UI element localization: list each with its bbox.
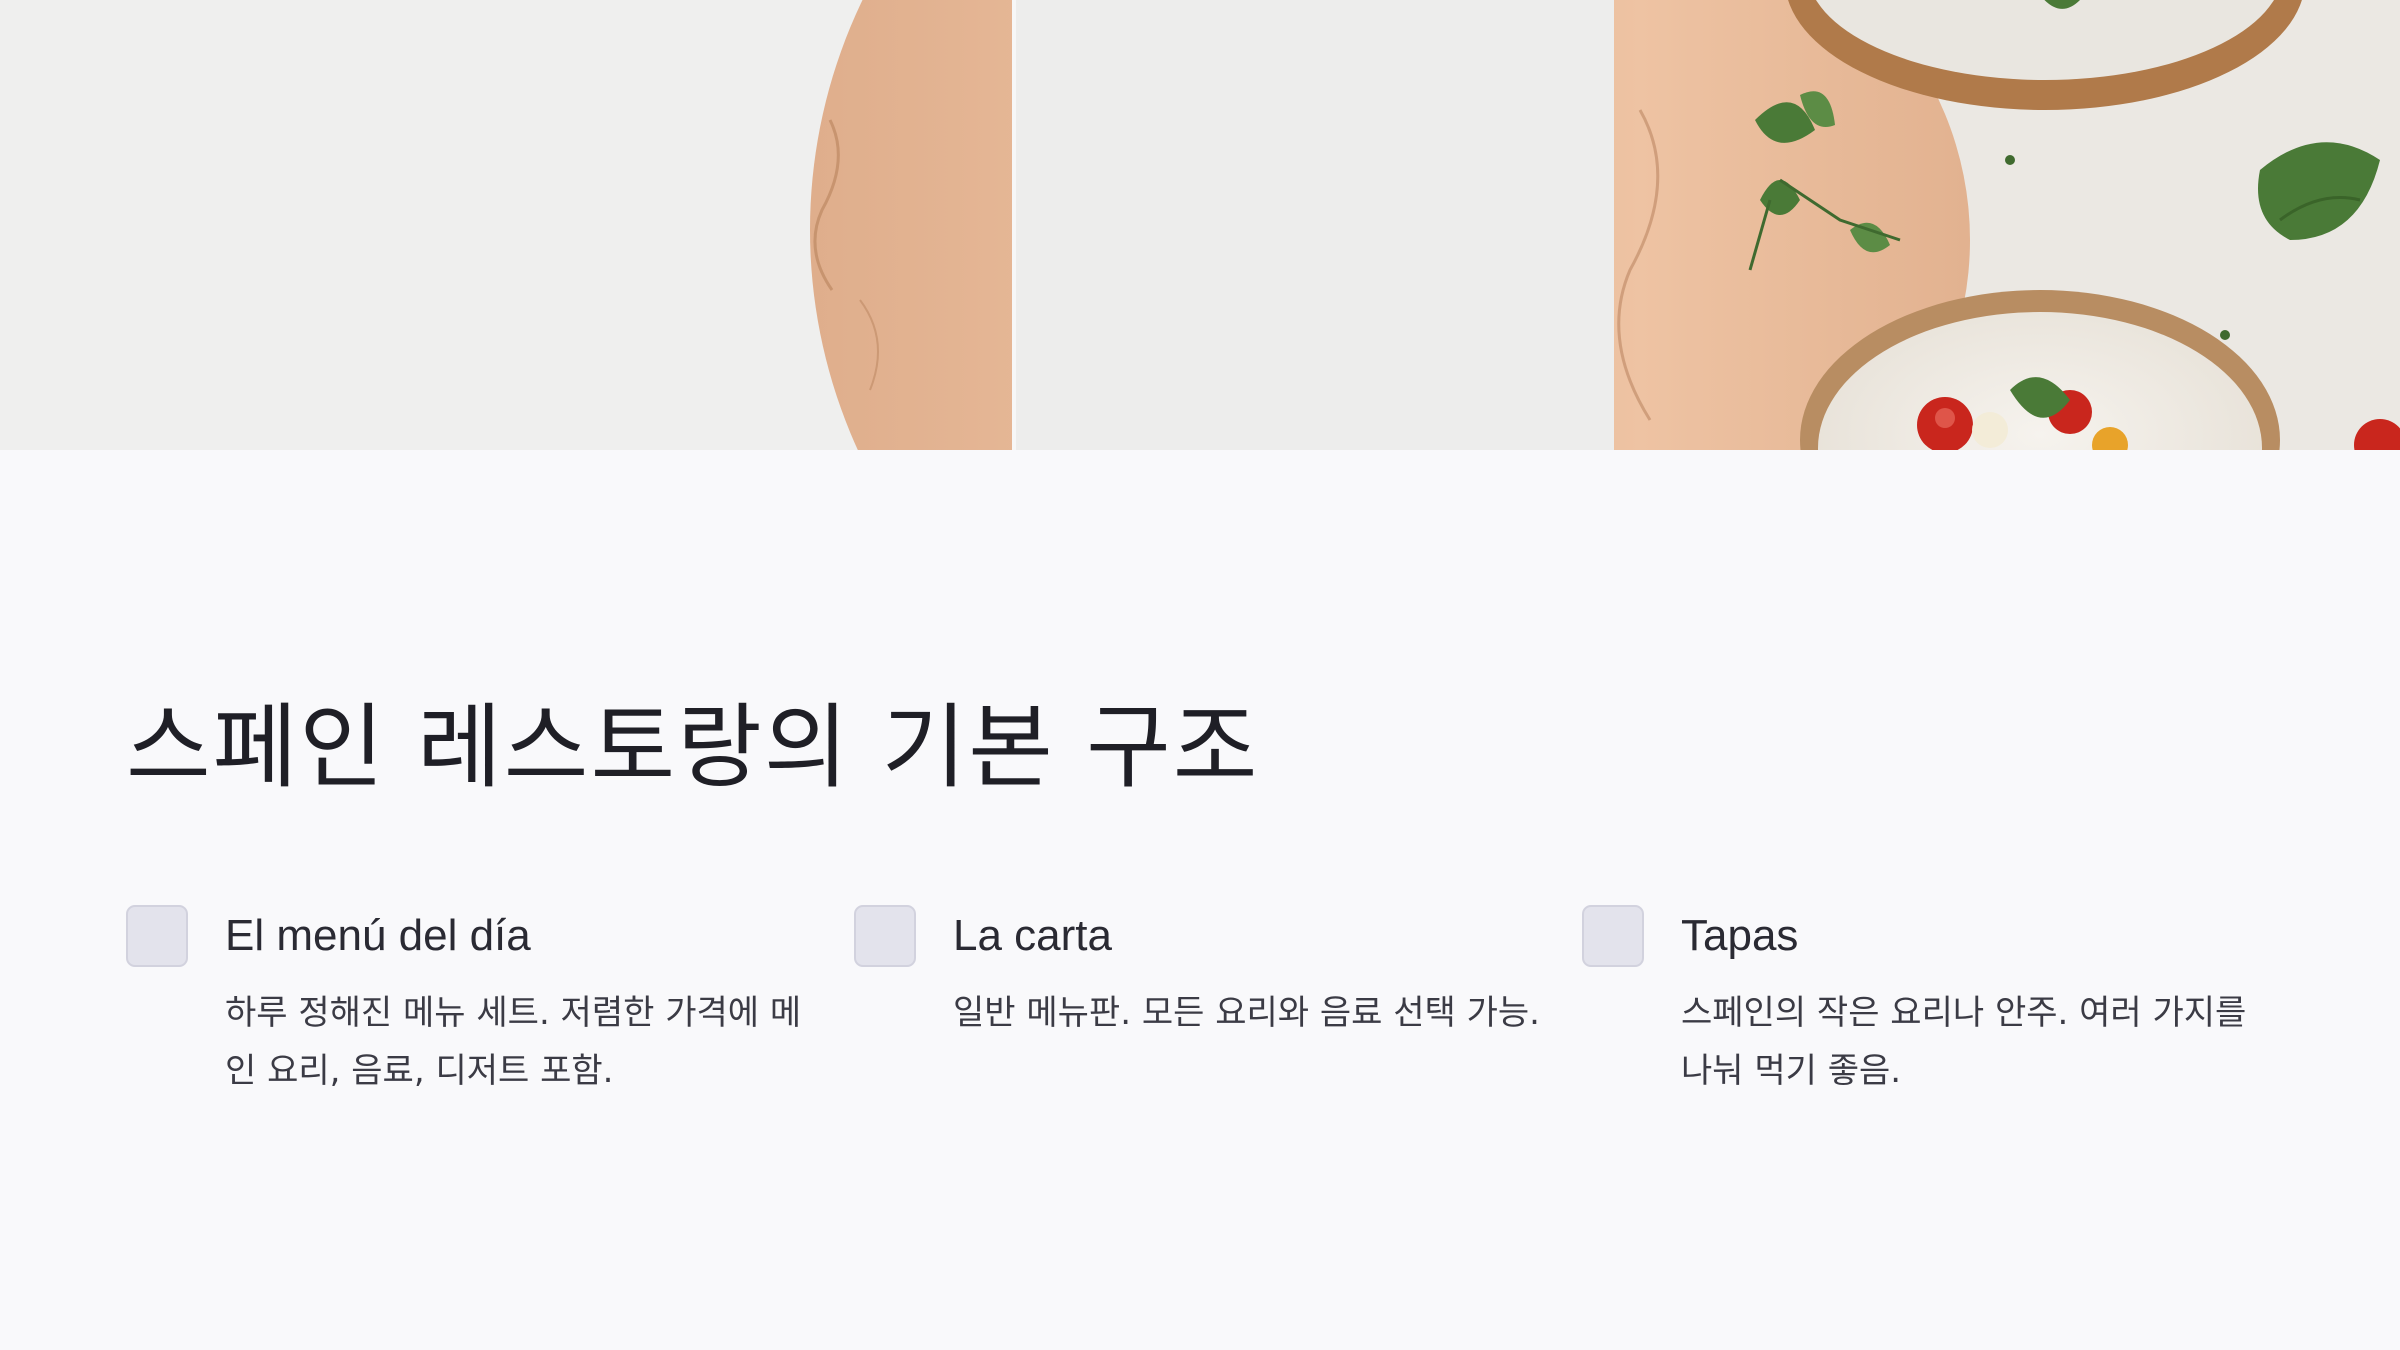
card-description: 스페인의 작은 요리나 안주. 여러 가지를 나눠 먹기 좋음.: [1681, 993, 2247, 1091]
card-title: Tapas: [1681, 911, 1799, 960]
menu-del-dia-icon: [126, 905, 188, 967]
card-la-carta: La carta 일반 메뉴판. 모든 요리와 음료 선택 가능.: [854, 905, 1540, 1105]
card-description: 하루 정해진 메뉴 세트. 저렴한 가격에 메인 요리, 음료, 디저트 포함.: [225, 993, 802, 1091]
la-carta-icon: [854, 905, 916, 967]
card-menu-del-dia: El menú del día 하루 정해진 메뉴 세트. 저렴한 가격에 메인…: [126, 905, 801, 1105]
card-tapas: Tapas 스페인의 작은 요리나 안주. 여러 가지를 나눠 먹기 좋음.: [1582, 905, 2246, 1105]
card-description: 일반 메뉴판. 모든 요리와 음료 선택 가능.: [953, 993, 1540, 1033]
card-title: La carta: [953, 911, 1112, 960]
page-title: 스페인 레스토랑의 기본 구조: [126, 694, 1260, 801]
card-title: El menú del día: [225, 911, 531, 960]
hero-image-collage: [0, 0, 2400, 450]
tapas-icon: [1582, 905, 1644, 967]
hero-panel-middle: [1016, 0, 1614, 450]
